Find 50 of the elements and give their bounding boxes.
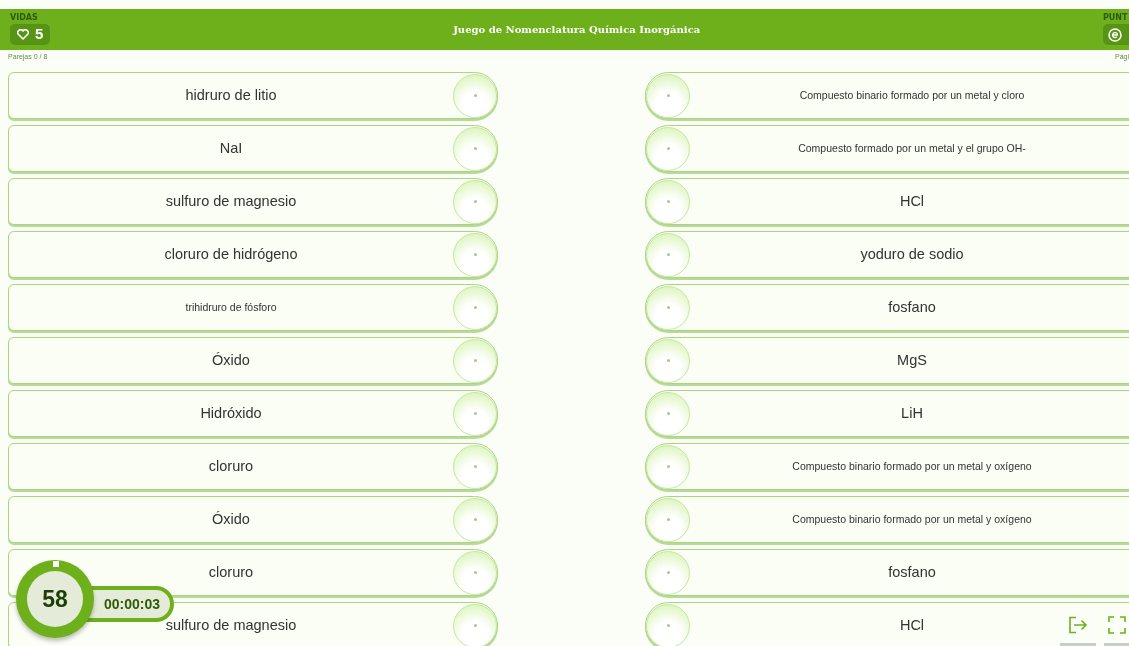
answer-card[interactable]: Óxido [8,337,498,384]
connector-knob[interactable] [453,497,497,542]
answer-card[interactable]: hidruro de litio [8,72,498,119]
answer-card[interactable]: Compuesto binario formado por un metal y cloro [645,72,1129,119]
connector-knob[interactable] [453,444,497,489]
game-title: Juego de Nomenclatura Química Inorgánica [451,23,702,37]
answer-card[interactable]: fosfano [645,549,1129,596]
answer-card[interactable]: Compuesto binario formado por un metal y oxígeno [645,443,1129,490]
points-label: PUNT [1103,14,1128,22]
connector-knob[interactable] [646,179,690,224]
answer-card[interactable]: NaI [8,125,498,172]
answer-card[interactable]: yoduro de sodio [645,231,1129,278]
answer-card[interactable]: cloruro [8,443,498,490]
answer-card[interactable]: sulfuro de magnesio [8,178,498,225]
connector-knob[interactable] [646,232,690,277]
connector-knob[interactable] [453,603,497,646]
connector-knob[interactable] [453,73,497,118]
connector-knob[interactable] [646,73,690,118]
exit-icon [1068,616,1088,634]
answer-card[interactable]: cloruro de hidrógeno [8,231,498,278]
connector-knob[interactable] [453,179,497,224]
answer-card[interactable]: trihidruro de fósforo [8,284,498,331]
answer-card[interactable]: Óxido [8,496,498,543]
answer-card[interactable]: Hidróxido [8,390,498,437]
lives-badge: 5 [10,24,51,45]
connector-knob[interactable] [453,285,497,330]
connector-knob[interactable] [453,232,497,277]
connector-knob[interactable] [646,285,690,330]
progress-marker [53,561,59,567]
connector-knob[interactable] [646,603,690,646]
fullscreen-icon [1107,616,1126,634]
connector-knob[interactable] [646,497,690,542]
connector-knob[interactable] [453,338,497,383]
lives-label: VIDAS [10,14,39,22]
answer-card[interactable]: Compuesto formado por un metal y el grupo OH- [645,125,1129,172]
connector-knob[interactable] [453,126,497,171]
connector-knob[interactable] [646,126,690,171]
answer-card[interactable]: fosfano [645,284,1129,331]
connector-knob[interactable] [646,391,690,436]
connector-knob[interactable] [453,391,497,436]
answer-card[interactable]: LiH [645,390,1129,437]
answer-card[interactable]: Compuesto binario formado por un metal y oxígeno [645,496,1129,543]
connector-knob[interactable] [646,550,690,595]
answer-card[interactable]: MgS [645,337,1129,384]
answer-card[interactable]: HCl [645,178,1129,225]
connector-knob[interactable] [453,550,497,595]
coin-icon [1108,27,1122,42]
connector-knob[interactable] [646,338,690,383]
connector-knob[interactable] [646,444,690,489]
heart-icon [17,29,29,40]
